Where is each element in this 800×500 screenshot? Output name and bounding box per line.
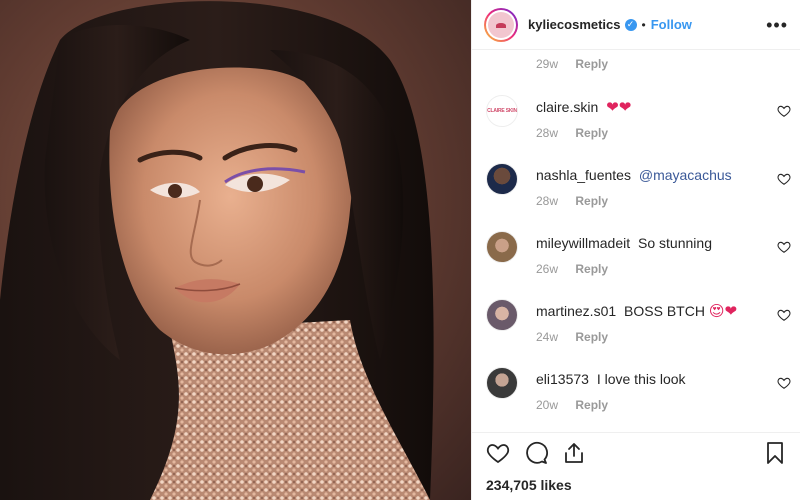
comment-time: 28w (536, 194, 559, 208)
comment-body: eli13573 I love this look (536, 370, 756, 388)
comment-username[interactable]: nashla_fuentes (536, 167, 631, 183)
comment-heart-icon[interactable] (777, 104, 791, 118)
share-icon (565, 442, 583, 463)
comment-username[interactable]: martinez.s01 (536, 303, 616, 319)
reply-button[interactable]: Reply (575, 330, 608, 344)
comment-heart-icon[interactable] (777, 172, 791, 186)
heart-icon (486, 443, 510, 463)
follow-button[interactable]: Follow (651, 17, 692, 32)
list-item: eli13573 I love this look 20w Reply (486, 367, 791, 427)
save-button[interactable] (761, 439, 789, 467)
comment-meta: 24w Reply (536, 330, 608, 344)
comment-meta: 28w Reply (536, 194, 608, 208)
list-item: martinez.s01 BOSS BTCH 😍❤ 24w Reply (486, 299, 791, 359)
heart-eyes-emoji: 😍❤ (708, 303, 738, 320)
claire-skin-logo: CLAIRE SKIN (487, 108, 517, 114)
bookmark-icon (767, 441, 783, 464)
comment-time: 28w (536, 126, 559, 140)
post-sidebar: kyliecosmetics ✓ • Follow ••• 29w Reply … (471, 0, 800, 500)
portrait-illustration (0, 1, 434, 500)
comment-text: I love this look (596, 371, 686, 387)
comment-body: claire.skin ❤❤ (536, 98, 756, 117)
comment-meta-partial: 29w Reply (536, 57, 622, 71)
comment-icon (526, 441, 548, 464)
reply-button[interactable]: Reply (575, 194, 608, 208)
comment-text: BOSS BTCH (624, 303, 705, 319)
comment-avatar[interactable] (486, 231, 518, 263)
list-item: CLAIRE SKIN claire.skin ❤❤ 28w Reply (486, 95, 791, 155)
reply-button[interactable]: Reply (575, 126, 608, 140)
comment-button[interactable] (522, 439, 550, 467)
like-button[interactable] (484, 439, 512, 467)
comment-username[interactable]: eli13573 (536, 371, 589, 387)
comment-username[interactable]: mileywillmadeit (536, 235, 630, 251)
comment-heart-icon[interactable] (777, 308, 791, 322)
profile-username[interactable]: kyliecosmetics (528, 17, 621, 32)
more-options-icon[interactable]: ••• (766, 16, 788, 34)
list-item: nashla_fuentes @mayacachus 28w Reply (486, 163, 791, 223)
comment-meta: 26w Reply (536, 262, 608, 276)
list-item: mileywillmadeit So stunning 26w Reply (486, 231, 791, 291)
comment-heart-icon[interactable] (777, 240, 791, 254)
comment-time: 29w (536, 57, 559, 71)
comment-username[interactable]: claire.skin (536, 99, 598, 115)
comment-body: martinez.s01 BOSS BTCH 😍❤ (536, 302, 756, 321)
reply-button[interactable]: Reply (575, 262, 608, 276)
header-separator: • (641, 17, 646, 32)
comment-time: 20w (536, 398, 559, 412)
comment-time: 24w (536, 330, 559, 344)
reply-button[interactable]: Reply (575, 398, 608, 412)
comment-time: 26w (536, 262, 559, 276)
share-button[interactable] (560, 439, 588, 467)
comment-mention[interactable]: @mayacachus (639, 167, 732, 183)
comment-body: nashla_fuentes @mayacachus (536, 166, 756, 184)
avatar-image (488, 11, 514, 38)
comment-meta: 20w Reply (536, 398, 608, 412)
heart-emoji: ❤❤ (606, 99, 632, 116)
comment-body: mileywillmadeit So stunning (536, 234, 756, 252)
comment-heart-icon[interactable] (777, 376, 791, 390)
comment-avatar[interactable] (486, 299, 518, 331)
comment-list: 29w Reply CLAIRE SKIN claire.skin ❤❤ 28w… (472, 50, 800, 430)
comment-avatar[interactable]: CLAIRE SKIN (486, 95, 518, 127)
comment-avatar[interactable] (486, 367, 518, 399)
reply-button[interactable]: Reply (575, 57, 608, 71)
comment-meta: 28w Reply (536, 126, 608, 140)
post-photo (0, 0, 471, 500)
verified-badge-icon: ✓ (624, 18, 637, 31)
profile-avatar[interactable] (484, 7, 518, 42)
likes-count[interactable]: 234,705 likes (486, 477, 572, 493)
post-header: kyliecosmetics ✓ • Follow ••• (472, 0, 800, 50)
comment-text: So stunning (638, 235, 712, 251)
avatar-frame (486, 9, 516, 40)
comment-avatar[interactable] (486, 163, 518, 195)
post-actions (472, 432, 800, 472)
